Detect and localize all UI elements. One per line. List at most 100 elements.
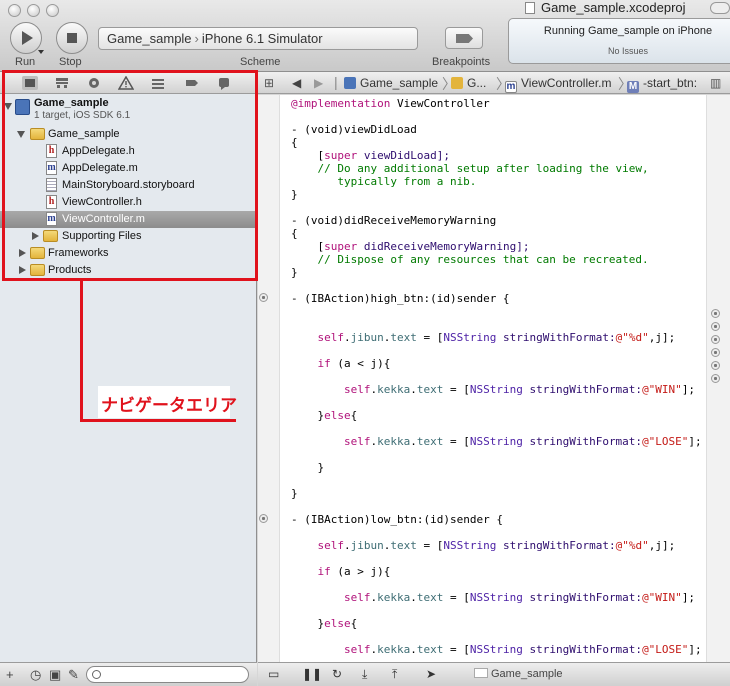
code-token: NSString [469,643,523,656]
scheme-label: Scheme [240,56,281,68]
code-token: @"LOSE" [642,435,689,448]
outlet-connection-icon[interactable] [711,361,720,370]
code-token: text [390,539,417,552]
minimize-window-button[interactable] [27,4,40,17]
code-line: self.kekka.text = [NSString stringWithFo… [291,643,702,656]
code-token: = [ [416,539,444,552]
run-options-icon[interactable] [38,50,44,54]
related-items-icon[interactable]: ⊞ [264,76,274,90]
code-token: ]; [688,643,702,656]
code-line: { [291,136,298,149]
window-title: Game_sample.xcodeproj [525,0,686,15]
jump-bar-divider: | [334,74,338,90]
jump-bar-project-label: Game_sample [360,76,439,90]
code-token: } [291,409,325,422]
code-line: if (a > j){ [291,565,391,578]
editor-options-icon[interactable]: ▥ [710,76,721,90]
jump-bar-group-label: G... [467,76,487,90]
method-icon: M [627,81,639,93]
code-token: stringWithFormat: [529,643,643,656]
editor-gutter[interactable] [258,95,280,662]
step-into-icon[interactable]: ⤓ [362,668,367,681]
code-token: NSString [469,591,523,604]
close-window-button[interactable] [8,4,21,17]
code-token: stringWithFormat: [529,591,643,604]
code-line: { [291,227,298,240]
navigator-filter-input[interactable] [105,668,243,681]
code-token: } [291,617,325,630]
run-label: Run [15,56,36,68]
jump-bar-file[interactable]: m ViewController.m [505,76,611,93]
code-line: - (void)didReceiveMemoryWarning [291,214,496,227]
code-token: (a > j){ [330,565,391,578]
code-token: stringWithFormat: [529,435,643,448]
toolbar-toggle-button[interactable] [710,2,730,14]
code-token: if [317,565,331,578]
scheme-popup[interactable]: Game_sample › iPhone 6.1 Simulator [98,27,418,50]
ib-connection-icon[interactable] [259,293,268,302]
code-token: kekka [377,435,411,448]
jump-bar-group[interactable]: G... [451,76,486,90]
step-over-icon[interactable]: ↻ [332,668,342,681]
toolbar: Game_sample.xcodeproj Run Stop Game_samp… [0,0,730,72]
jump-bar: ⊞ ◀ ▶ | Game_sample 〉 G... 〉 m ViewContro… [258,72,730,94]
outlet-connection-icon[interactable] [711,335,720,344]
recent-files-icon[interactable]: ◷ [30,668,41,681]
code-token: @"WIN" [642,383,682,396]
ib-connection-icon[interactable] [259,514,268,523]
debug-target-label: Game_sample [491,668,563,680]
zoom-window-button[interactable] [46,4,59,17]
code-token: = [ [443,435,470,448]
outlet-connection-icon[interactable] [711,348,720,357]
code-token: super [324,149,358,162]
jump-bar-project[interactable]: Game_sample [344,76,438,90]
code-token: { [350,617,358,630]
outlet-connection-icon[interactable] [711,322,720,331]
activity-viewer: Running Game_sample on iPhone No Issues [508,18,730,64]
outlet-connection-icon[interactable] [711,374,720,383]
code-token: . [344,539,351,552]
code-token: @"WIN" [642,591,682,604]
code-token: NSString [469,435,523,448]
breakpoints-button[interactable] [445,27,483,49]
add-icon[interactable]: + [6,668,14,681]
source-control-filter-icon[interactable]: ▣ [49,668,61,681]
code-token: didReceiveMemoryWarning]; [357,240,530,253]
window-title-text: Game_sample.xcodeproj [541,0,686,15]
code-token: ]; [681,591,696,604]
step-out-icon[interactable]: ⤒ [392,668,397,681]
outlet-connection-icon[interactable] [711,309,720,318]
back-arrow-icon[interactable]: ◀ [292,76,301,90]
code-token: ViewController [390,97,490,110]
stop-button[interactable] [56,22,88,54]
code-token: else [324,409,351,422]
location-arrow-icon[interactable]: ➤ [426,668,436,681]
code-token: stringWithFormat: [502,539,616,552]
code-token: else [324,617,351,630]
stop-label: Stop [59,56,82,68]
source-editor[interactable]: @implementation ViewController - (void)v… [280,95,706,662]
forward-arrow-icon[interactable]: ▶ [314,76,323,90]
code-token: low_btn:(id)sender { [370,513,503,526]
jump-bar-method[interactable]: M -start_btn: [627,76,697,93]
edited-files-icon[interactable]: ✎ [68,668,79,681]
debug-target[interactable]: Game_sample [474,668,563,680]
code-line: } [291,461,325,474]
code-token: self [343,435,371,448]
code-line: - (IBAction)high_btn:(id)sender { [291,292,510,305]
pause-icon[interactable]: ❚❚ [302,668,322,681]
stop-icon [67,33,77,43]
code-line: } [291,487,298,500]
code-token: NSString [469,383,523,396]
code-token: didReceiveMemoryWarning [343,214,497,227]
scheme-target: Game_sample [107,31,192,46]
code-token: = [ [416,331,444,344]
assistant-gutter [706,95,730,662]
navigator-filter-field[interactable] [86,666,249,683]
hide-debug-area-icon[interactable]: ▭ [268,668,279,681]
code-token: = [ [443,383,470,396]
code-token: jibun [350,331,384,344]
code-line: self.jibun.text = [NSString stringWithFo… [291,331,676,344]
